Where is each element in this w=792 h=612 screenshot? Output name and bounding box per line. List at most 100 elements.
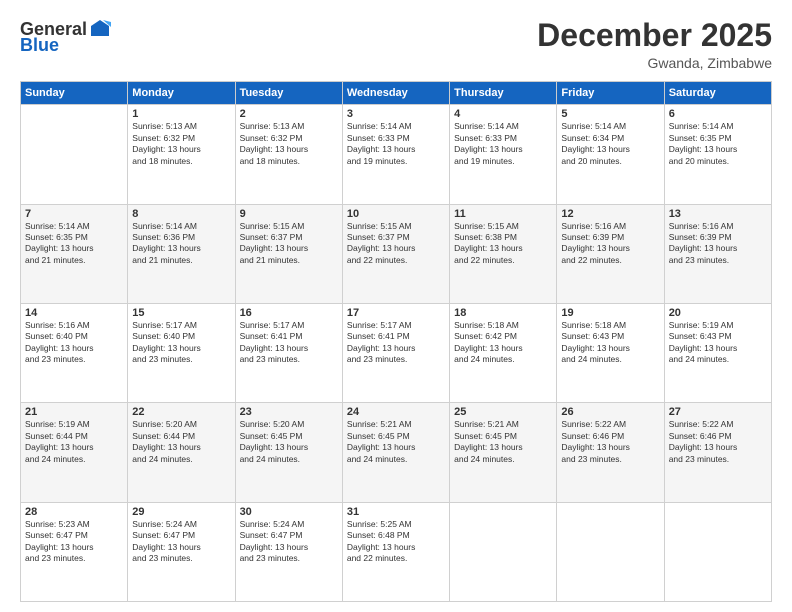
calendar-cell: 19Sunrise: 5:18 AM Sunset: 6:43 PM Dayli…: [557, 303, 664, 402]
day-info: Sunrise: 5:19 AM Sunset: 6:44 PM Dayligh…: [25, 419, 123, 465]
calendar-cell: 3Sunrise: 5:14 AM Sunset: 6:33 PM Daylig…: [342, 105, 449, 204]
day-info: Sunrise: 5:18 AM Sunset: 6:43 PM Dayligh…: [561, 320, 659, 366]
day-number: 29: [132, 506, 230, 518]
calendar-cell: [664, 502, 771, 601]
calendar-cell: 21Sunrise: 5:19 AM Sunset: 6:44 PM Dayli…: [21, 403, 128, 502]
calendar-header-friday: Friday: [557, 82, 664, 105]
calendar-cell: 14Sunrise: 5:16 AM Sunset: 6:40 PM Dayli…: [21, 303, 128, 402]
calendar-week-row: 28Sunrise: 5:23 AM Sunset: 6:47 PM Dayli…: [21, 502, 772, 601]
day-info: Sunrise: 5:14 AM Sunset: 6:35 PM Dayligh…: [669, 121, 767, 167]
day-info: Sunrise: 5:18 AM Sunset: 6:42 PM Dayligh…: [454, 320, 552, 366]
location: Gwanda, Zimbabwe: [537, 55, 772, 71]
logo-blue: Blue: [20, 36, 59, 54]
day-info: Sunrise: 5:21 AM Sunset: 6:45 PM Dayligh…: [347, 419, 445, 465]
calendar-cell: 23Sunrise: 5:20 AM Sunset: 6:45 PM Dayli…: [235, 403, 342, 502]
day-info: Sunrise: 5:14 AM Sunset: 6:35 PM Dayligh…: [25, 221, 123, 267]
calendar-cell: 1Sunrise: 5:13 AM Sunset: 6:32 PM Daylig…: [128, 105, 235, 204]
calendar-cell: [450, 502, 557, 601]
day-number: 12: [561, 208, 659, 220]
day-info: Sunrise: 5:20 AM Sunset: 6:44 PM Dayligh…: [132, 419, 230, 465]
calendar-cell: [557, 502, 664, 601]
day-info: Sunrise: 5:16 AM Sunset: 6:39 PM Dayligh…: [669, 221, 767, 267]
day-number: 17: [347, 307, 445, 319]
day-number: 2: [240, 108, 338, 120]
day-info: Sunrise: 5:14 AM Sunset: 6:36 PM Dayligh…: [132, 221, 230, 267]
day-info: Sunrise: 5:22 AM Sunset: 6:46 PM Dayligh…: [561, 419, 659, 465]
day-number: 11: [454, 208, 552, 220]
day-number: 24: [347, 406, 445, 418]
day-info: Sunrise: 5:14 AM Sunset: 6:33 PM Dayligh…: [454, 121, 552, 167]
calendar-header-thursday: Thursday: [450, 82, 557, 105]
day-number: 25: [454, 406, 552, 418]
calendar-week-row: 7Sunrise: 5:14 AM Sunset: 6:35 PM Daylig…: [21, 204, 772, 303]
calendar-table: SundayMondayTuesdayWednesdayThursdayFrid…: [20, 81, 772, 602]
calendar-cell: 25Sunrise: 5:21 AM Sunset: 6:45 PM Dayli…: [450, 403, 557, 502]
calendar-cell: 8Sunrise: 5:14 AM Sunset: 6:36 PM Daylig…: [128, 204, 235, 303]
day-info: Sunrise: 5:16 AM Sunset: 6:40 PM Dayligh…: [25, 320, 123, 366]
day-info: Sunrise: 5:23 AM Sunset: 6:47 PM Dayligh…: [25, 519, 123, 565]
calendar-header-wednesday: Wednesday: [342, 82, 449, 105]
day-number: 9: [240, 208, 338, 220]
day-info: Sunrise: 5:15 AM Sunset: 6:37 PM Dayligh…: [240, 221, 338, 267]
page: General Blue December 2025 Gwanda, Zimba…: [0, 0, 792, 612]
day-info: Sunrise: 5:17 AM Sunset: 6:40 PM Dayligh…: [132, 320, 230, 366]
day-info: Sunrise: 5:22 AM Sunset: 6:46 PM Dayligh…: [669, 419, 767, 465]
calendar-cell: [21, 105, 128, 204]
calendar-cell: 18Sunrise: 5:18 AM Sunset: 6:42 PM Dayli…: [450, 303, 557, 402]
day-number: 20: [669, 307, 767, 319]
day-info: Sunrise: 5:16 AM Sunset: 6:39 PM Dayligh…: [561, 221, 659, 267]
day-number: 14: [25, 307, 123, 319]
day-info: Sunrise: 5:21 AM Sunset: 6:45 PM Dayligh…: [454, 419, 552, 465]
calendar-cell: 9Sunrise: 5:15 AM Sunset: 6:37 PM Daylig…: [235, 204, 342, 303]
calendar-cell: 30Sunrise: 5:24 AM Sunset: 6:47 PM Dayli…: [235, 502, 342, 601]
day-number: 19: [561, 307, 659, 319]
month-title: December 2025: [537, 18, 772, 53]
day-info: Sunrise: 5:25 AM Sunset: 6:48 PM Dayligh…: [347, 519, 445, 565]
day-info: Sunrise: 5:19 AM Sunset: 6:43 PM Dayligh…: [669, 320, 767, 366]
day-info: Sunrise: 5:14 AM Sunset: 6:33 PM Dayligh…: [347, 121, 445, 167]
calendar-cell: 5Sunrise: 5:14 AM Sunset: 6:34 PM Daylig…: [557, 105, 664, 204]
calendar-cell: 12Sunrise: 5:16 AM Sunset: 6:39 PM Dayli…: [557, 204, 664, 303]
calendar-cell: 13Sunrise: 5:16 AM Sunset: 6:39 PM Dayli…: [664, 204, 771, 303]
logo-icon: [89, 18, 111, 40]
day-number: 13: [669, 208, 767, 220]
calendar-cell: 31Sunrise: 5:25 AM Sunset: 6:48 PM Dayli…: [342, 502, 449, 601]
logo: General Blue: [20, 18, 111, 54]
calendar-cell: 20Sunrise: 5:19 AM Sunset: 6:43 PM Dayli…: [664, 303, 771, 402]
day-number: 23: [240, 406, 338, 418]
day-number: 26: [561, 406, 659, 418]
day-info: Sunrise: 5:17 AM Sunset: 6:41 PM Dayligh…: [240, 320, 338, 366]
calendar-cell: 29Sunrise: 5:24 AM Sunset: 6:47 PM Dayli…: [128, 502, 235, 601]
day-info: Sunrise: 5:13 AM Sunset: 6:32 PM Dayligh…: [240, 121, 338, 167]
day-number: 10: [347, 208, 445, 220]
title-block: December 2025 Gwanda, Zimbabwe: [537, 18, 772, 71]
day-number: 1: [132, 108, 230, 120]
day-info: Sunrise: 5:14 AM Sunset: 6:34 PM Dayligh…: [561, 121, 659, 167]
day-info: Sunrise: 5:15 AM Sunset: 6:37 PM Dayligh…: [347, 221, 445, 267]
day-number: 15: [132, 307, 230, 319]
calendar-cell: 22Sunrise: 5:20 AM Sunset: 6:44 PM Dayli…: [128, 403, 235, 502]
calendar-cell: 15Sunrise: 5:17 AM Sunset: 6:40 PM Dayli…: [128, 303, 235, 402]
calendar-header-monday: Monday: [128, 82, 235, 105]
calendar-cell: 16Sunrise: 5:17 AM Sunset: 6:41 PM Dayli…: [235, 303, 342, 402]
calendar-cell: 24Sunrise: 5:21 AM Sunset: 6:45 PM Dayli…: [342, 403, 449, 502]
calendar-header-saturday: Saturday: [664, 82, 771, 105]
day-info: Sunrise: 5:20 AM Sunset: 6:45 PM Dayligh…: [240, 419, 338, 465]
day-number: 28: [25, 506, 123, 518]
calendar-cell: 27Sunrise: 5:22 AM Sunset: 6:46 PM Dayli…: [664, 403, 771, 502]
day-number: 8: [132, 208, 230, 220]
calendar-cell: 10Sunrise: 5:15 AM Sunset: 6:37 PM Dayli…: [342, 204, 449, 303]
day-info: Sunrise: 5:24 AM Sunset: 6:47 PM Dayligh…: [132, 519, 230, 565]
day-number: 18: [454, 307, 552, 319]
calendar-week-row: 14Sunrise: 5:16 AM Sunset: 6:40 PM Dayli…: [21, 303, 772, 402]
calendar-cell: 26Sunrise: 5:22 AM Sunset: 6:46 PM Dayli…: [557, 403, 664, 502]
calendar-header-tuesday: Tuesday: [235, 82, 342, 105]
calendar-cell: 28Sunrise: 5:23 AM Sunset: 6:47 PM Dayli…: [21, 502, 128, 601]
day-number: 27: [669, 406, 767, 418]
header: General Blue December 2025 Gwanda, Zimba…: [20, 18, 772, 71]
day-info: Sunrise: 5:13 AM Sunset: 6:32 PM Dayligh…: [132, 121, 230, 167]
day-number: 22: [132, 406, 230, 418]
day-number: 16: [240, 307, 338, 319]
calendar-cell: 6Sunrise: 5:14 AM Sunset: 6:35 PM Daylig…: [664, 105, 771, 204]
calendar-cell: 2Sunrise: 5:13 AM Sunset: 6:32 PM Daylig…: [235, 105, 342, 204]
